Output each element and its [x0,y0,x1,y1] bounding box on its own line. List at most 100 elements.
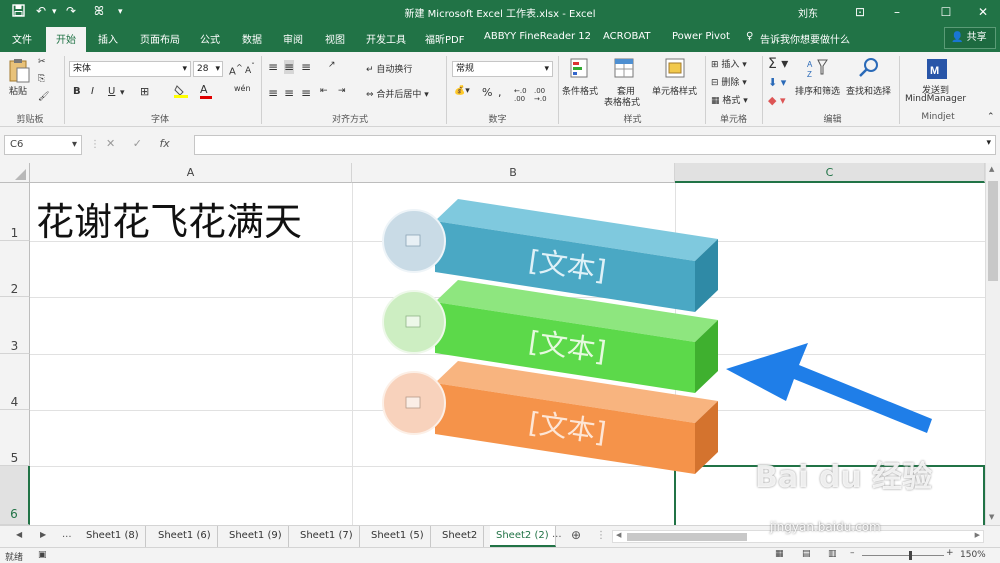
close-icon[interactable]: ✕ [968,2,998,22]
user-name[interactable]: 刘东 [798,5,818,20]
align-center-icon[interactable]: ≡ [284,86,294,100]
h-scroll-thumb[interactable] [627,533,747,541]
tab-page-layout[interactable]: 页面布局 [140,31,180,46]
tab-acrobat[interactable]: ACROBAT [603,31,651,42]
wrap-text-button[interactable]: ↵ 自动换行 [366,62,412,75]
font-size-dropdown[interactable]: 28 ▾ [193,61,223,77]
zoom-out-icon[interactable]: – [850,548,855,558]
tab-review[interactable]: 审阅 [283,31,303,46]
insert-function-button[interactable]: fx [159,137,169,150]
scroll-down-icon[interactable]: ▼ [989,513,994,521]
table-format-label-2[interactable]: 表格格式 [604,95,640,108]
tell-me-box[interactable]: 告诉我你想要做什么 [760,31,850,46]
name-box[interactable]: C6 ▾ [4,135,82,155]
zoom-slider-thumb[interactable] [909,551,912,560]
prev-sheet-icon[interactable]: ◀ [16,530,22,539]
increase-decimal-icon[interactable]: ←.0.00 [514,87,527,103]
chevron-down-icon[interactable]: ▾ [120,88,125,98]
align-top-icon[interactable]: ≡ [268,60,278,74]
orientation-icon[interactable]: ↗ [328,60,336,70]
italic-button[interactable]: I [91,86,94,97]
tab-home[interactable]: 开始 [46,27,86,52]
more-sheets-right[interactable]: ... [552,529,562,540]
decrease-decimal-icon[interactable]: .00 →.0 [534,87,547,103]
copy-icon[interactable]: ⎘ [38,74,45,84]
comma-style-icon[interactable]: , [498,86,502,99]
scroll-right-icon[interactable]: ▶ [975,531,980,539]
align-middle-icon[interactable]: ≡ [284,60,295,74]
vertical-scrollbar[interactable]: ▲ ▼ [985,163,1000,525]
format-painter-icon[interactable]: 🖌 [38,92,49,102]
font-color-icon[interactable]: A [200,83,212,99]
sheet-tab[interactable]: Sheet1 (7) [294,526,360,547]
tab-power-pivot[interactable]: Power Pivot [672,31,730,42]
maximize-icon[interactable]: ☐ [931,2,961,22]
row-header-5[interactable]: 5 [0,410,30,466]
sort-filter-icon[interactable]: AZ [806,57,828,82]
phonetic-icon[interactable]: wén [234,84,251,93]
table-format-icon[interactable] [614,57,636,82]
increase-font-icon[interactable]: A^ [229,62,243,77]
tab-developer[interactable]: 开发工具 [366,31,406,46]
select-all-corner[interactable] [0,163,30,183]
cancel-icon[interactable]: ✕ [106,137,115,150]
sheet-tab[interactable]: Sheet1 (9) [223,526,289,547]
align-left-icon[interactable]: ≡ [268,86,278,100]
sheet-tab[interactable]: Sheet1 (6) [152,526,218,547]
align-right-icon[interactable]: ≡ [301,86,311,100]
percent-button[interactable]: % [482,86,492,99]
sheet-tab[interactable]: Sheet2 [436,526,485,547]
zoom-in-icon[interactable]: + [946,548,954,558]
decrease-indent-icon[interactable]: ⇤ [320,86,328,96]
tab-file[interactable]: 文件 [12,31,32,46]
splitter-icon[interactable]: ⋮ [596,530,606,541]
fill-icon[interactable]: ⬇ ▾ [768,76,786,89]
cut-icon[interactable]: ✂ [38,57,46,67]
tab-view[interactable]: 视图 [325,31,345,46]
normal-view-icon[interactable]: ▦ [775,549,784,559]
column-header-b[interactable]: B [352,163,675,183]
delete-cells-button[interactable]: ⊟ 删除 ▾ [711,75,747,88]
sheet-tab-active[interactable]: Sheet2 (2) [490,526,556,547]
conditional-format-button[interactable]: 条件格式 [562,84,598,97]
increase-indent-icon[interactable]: ⇥ [338,86,346,96]
insert-cells-button[interactable]: ⊞ 插入 ▾ [711,57,747,70]
minimize-icon[interactable]: – [882,2,912,22]
underline-button[interactable]: U [108,86,115,97]
sheet-tab[interactable]: Sheet1 (8) [80,526,146,547]
tab-formulas[interactable]: 公式 [200,31,220,46]
scroll-up-icon[interactable]: ▲ [989,165,994,173]
cell-style-button[interactable]: 单元格样式 [652,84,697,97]
row-header-4[interactable]: 4 [0,354,30,410]
row-header-3[interactable]: 3 [0,297,30,354]
add-sheet-icon[interactable]: ⊕ [571,528,581,542]
sort-filter-button[interactable]: 排序和筛选 [795,84,840,97]
merge-center-button[interactable]: ⇔ 合并后居中 ▾ [366,87,429,100]
clear-icon[interactable]: ◆ ▾ [768,94,785,107]
page-break-view-icon[interactable]: ▥ [828,549,837,559]
tab-abbyy[interactable]: ABBYY FineReader 12 [484,31,591,42]
tab-foxit-pdf[interactable]: 福昕PDF [425,31,464,46]
column-header-a[interactable]: A [30,163,352,183]
expand-formula-icon[interactable]: ▾ [986,138,991,148]
conditional-format-icon[interactable] [570,57,592,82]
row-header-6[interactable]: 6 [0,466,30,525]
find-select-icon[interactable] [858,57,880,82]
row-header-1[interactable]: 1 [0,183,30,241]
scroll-thumb[interactable] [988,181,998,281]
autosum-icon[interactable]: Σ ▾ [768,56,788,72]
scroll-left-icon[interactable]: ◀ [616,531,621,539]
format-cells-button[interactable]: ▦ 格式 ▾ [711,93,748,106]
fill-color-icon[interactable] [174,84,188,101]
font-name-dropdown[interactable]: 宋体 ▾ [69,61,191,77]
page-layout-view-icon[interactable]: ▤ [802,549,811,559]
formula-input[interactable]: ▾ [194,135,996,155]
confirm-icon[interactable]: ✓ [133,137,142,150]
tab-insert[interactable]: 插入 [98,31,118,46]
zoom-level[interactable]: 150% [960,550,986,560]
border-icon[interactable]: ⊞ [140,85,149,98]
mindmanager-label[interactable]: MindManager [905,94,966,104]
next-sheet-icon[interactable]: ▶ [40,530,46,539]
tab-data[interactable]: 数据 [242,31,262,46]
more-sheets-left[interactable]: ... [62,529,72,540]
